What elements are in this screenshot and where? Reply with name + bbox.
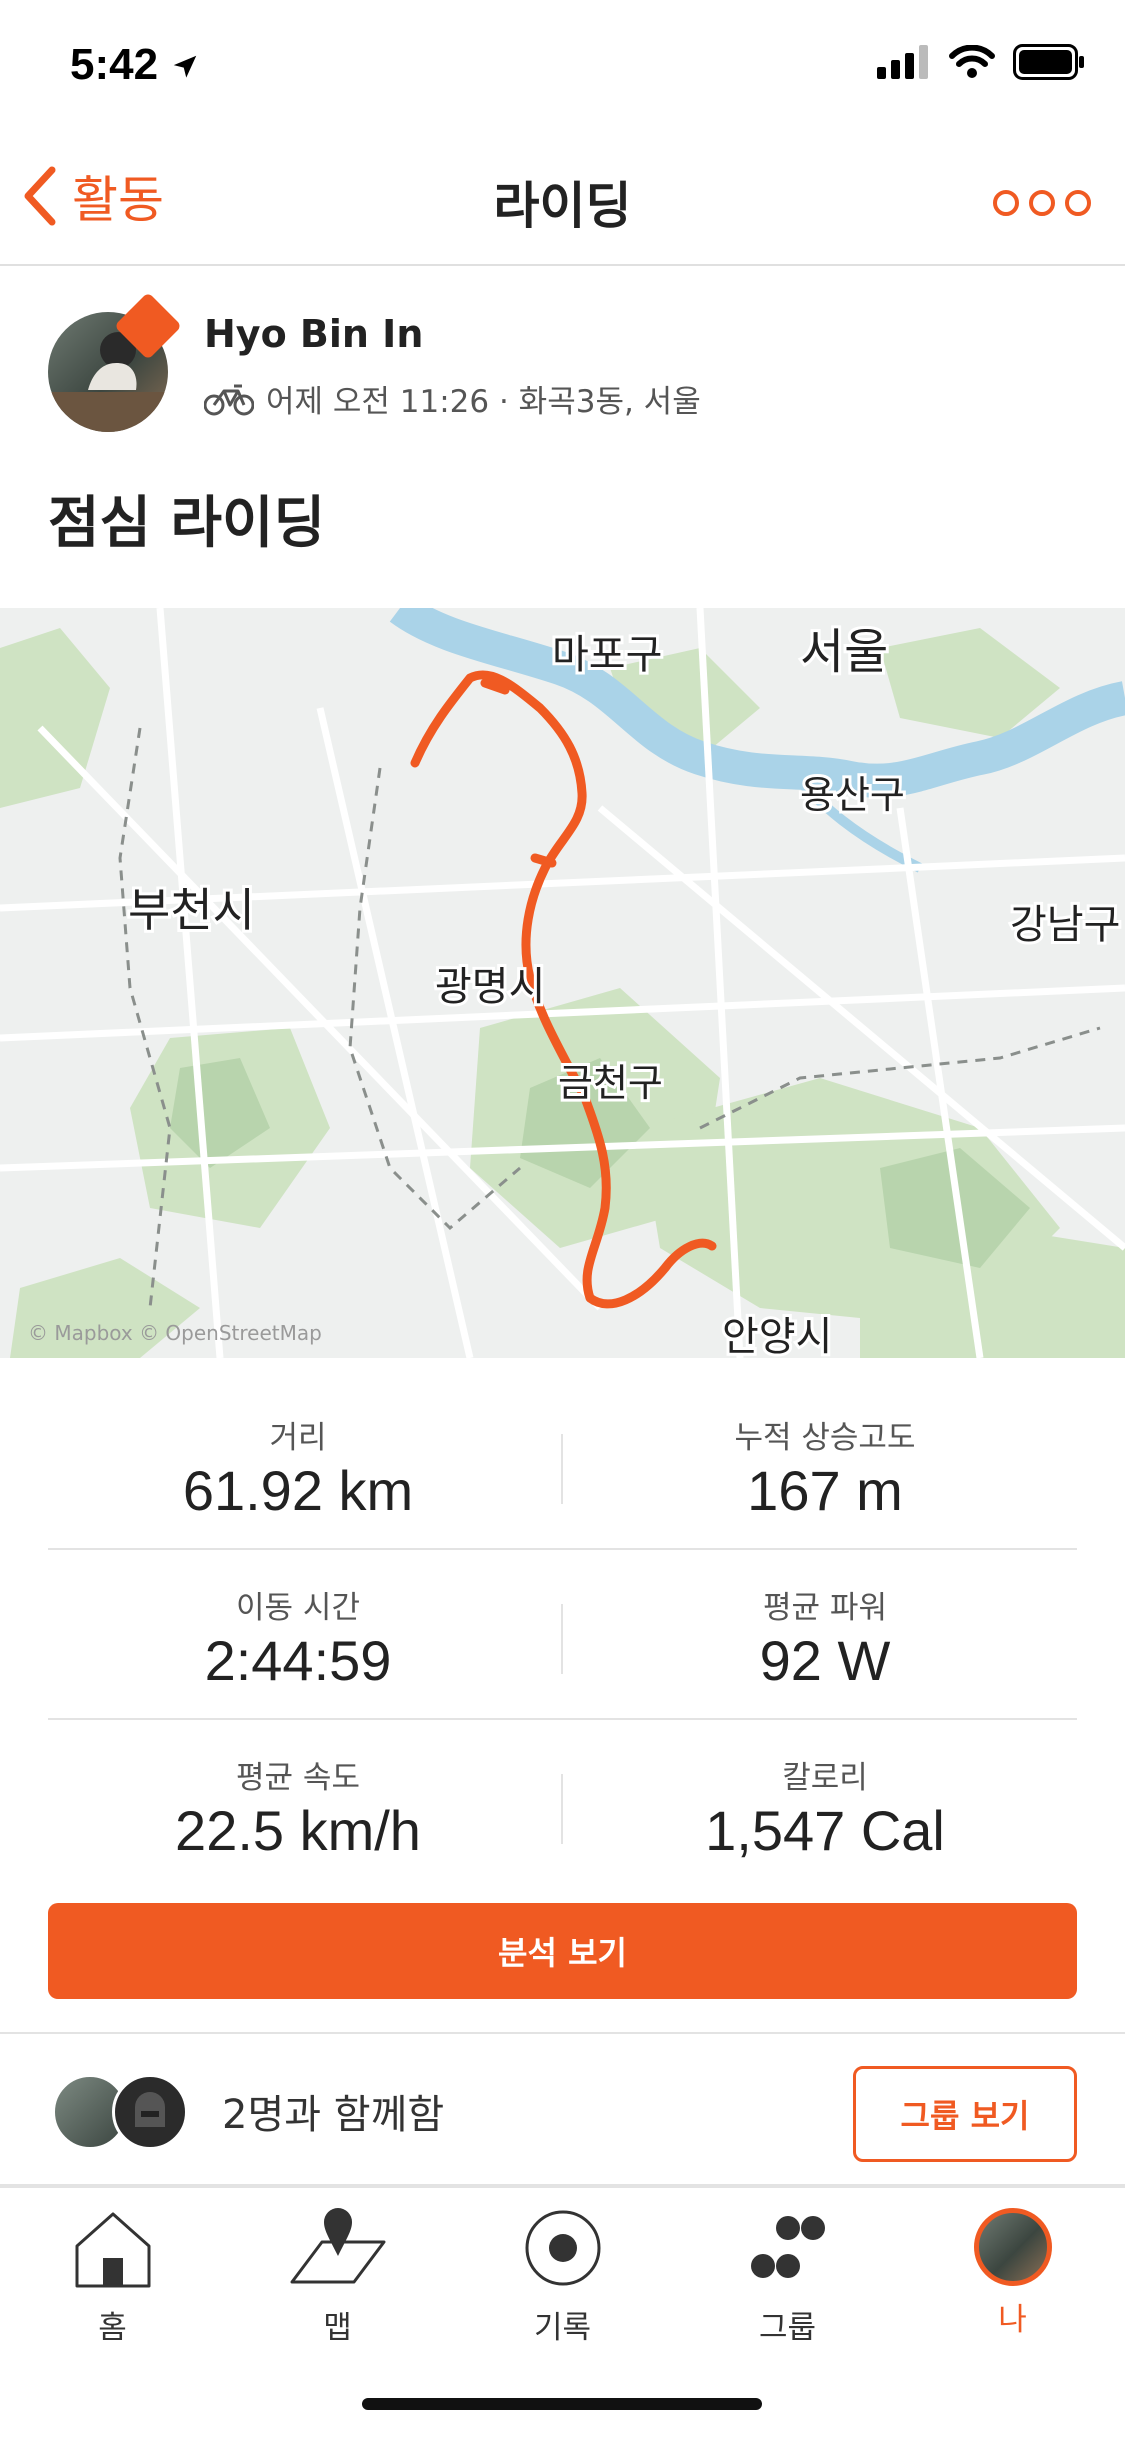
- tab-label: 그룹: [758, 2310, 817, 2346]
- stat-value: 61.92 km: [182, 1459, 414, 1522]
- profile-avatar: [973, 2208, 1052, 2286]
- group-activity-row: 2명과 함께함 그룹 보기: [0, 2032, 1125, 2186]
- tab-map[interactable]: 맵: [225, 2206, 450, 2347]
- stat-label: 거리: [269, 1420, 327, 1456]
- map-attribution: © Mapbox © OpenStreetMap: [28, 1321, 322, 1345]
- map-label: 마포구: [552, 632, 662, 678]
- stat-value: 2:44:59: [204, 1629, 392, 1692]
- map-label: 광명시: [435, 964, 545, 1010]
- tab-label: 홈: [98, 2310, 127, 2346]
- route-map[interactable]: 마포구 서울 용산구 부천시 광명시 금천구 강남구 안양시 © Mapbox …: [0, 608, 1125, 1358]
- view-analysis-button[interactable]: 분석 보기: [48, 1903, 1077, 1999]
- map-label: 부천시: [128, 883, 255, 937]
- view-group-button[interactable]: 그룹 보기: [853, 2066, 1077, 2162]
- stat-value: 1,547 Cal: [705, 1799, 945, 1862]
- group-member-avatar[interactable]: [112, 2074, 188, 2150]
- map-label: 강남구: [1010, 902, 1120, 948]
- wifi-icon: [949, 45, 995, 78]
- stat-label: 평균 파워: [763, 1590, 887, 1626]
- tab-label: 기록: [533, 2310, 592, 2346]
- stat-value: 167 m: [747, 1459, 903, 1522]
- home-indicator: [362, 2398, 762, 2410]
- stat-divider: [561, 1604, 563, 1674]
- tab-home[interactable]: 홈: [0, 2206, 225, 2347]
- dot-icon: [1029, 190, 1055, 216]
- dot-icon: [993, 190, 1019, 216]
- signal-icon: [877, 45, 928, 79]
- map-label: 금천구: [558, 1061, 663, 1105]
- group-together-text: 2명과 함께함: [222, 2092, 445, 2138]
- tab-profile[interactable]: 나: [900, 2206, 1125, 2339]
- row-divider: [48, 1718, 1077, 1720]
- groups-icon: [750, 2216, 825, 2278]
- activity-meta: 어제 오전 11:26 · 화곡3동, 서울: [204, 376, 701, 421]
- page-title: 라이딩: [493, 177, 632, 235]
- battery-icon: [1013, 44, 1084, 80]
- tab-groups[interactable]: 그룹: [675, 2206, 900, 2347]
- map-pin-icon: [290, 2208, 385, 2284]
- more-options-button[interactable]: [993, 190, 1091, 216]
- status-time: 5:42: [70, 40, 200, 90]
- athlete-name[interactable]: Hyo Bin In: [204, 312, 423, 356]
- stat-value: 22.5 km/h: [175, 1799, 421, 1862]
- stat-value: 92 W: [759, 1629, 891, 1692]
- stat-label: 누적 상승고도: [734, 1420, 916, 1456]
- stat-label: 이동 시간: [236, 1590, 360, 1626]
- tab-label: 맵: [323, 2310, 352, 2346]
- activity-meta-text: 어제 오전 11:26 · 화곡3동, 서울: [266, 384, 701, 420]
- home-icon: [75, 2212, 150, 2288]
- map-label: 안양시: [722, 1314, 832, 1358]
- location-arrow-icon: [174, 56, 197, 78]
- map-label: 서울: [800, 624, 888, 680]
- tab-record[interactable]: 기록: [450, 2206, 675, 2347]
- map-label: 용산구: [800, 773, 905, 817]
- navigation-bar: 활동 라이딩: [0, 140, 1125, 266]
- record-icon: [525, 2210, 600, 2286]
- stat-divider: [561, 1774, 563, 1844]
- dot-icon: [1065, 190, 1091, 216]
- status-indicators: [877, 44, 1085, 80]
- activity-title: 점심 라이딩: [48, 491, 326, 556]
- stat-divider: [561, 1434, 563, 1504]
- stat-label: 칼로리: [782, 1760, 868, 1796]
- stat-label: 평균 속도: [236, 1760, 360, 1796]
- tab-label: 나: [998, 2302, 1027, 2338]
- bike-icon: [204, 384, 254, 415]
- row-divider: [48, 1548, 1077, 1550]
